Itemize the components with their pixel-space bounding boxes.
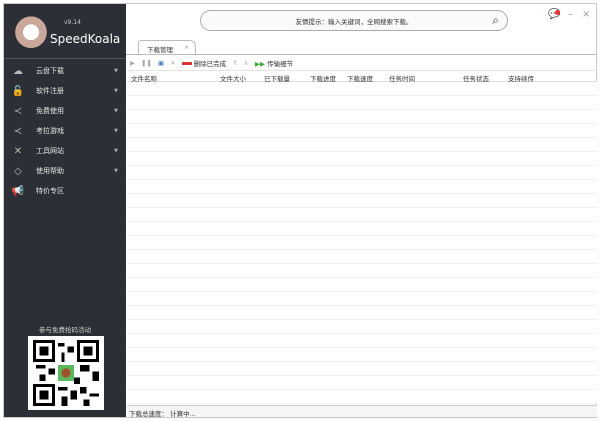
status-value: 计算中... [170, 410, 196, 418]
sidebar-item-help[interactable]: ◇ 使用帮助 ▼ [4, 162, 126, 180]
chevron-down-icon: ▼ [114, 168, 118, 174]
toolbar: ▶ ❚❚ ▣ ✕ 删除已完成 ⇑ ⇓ ▶▶ 传输细节 [130, 56, 293, 69]
chevron-down-icon: ▼ [114, 88, 118, 94]
sidebar-item-label: 使用帮助 [36, 167, 64, 175]
qr-code[interactable] [28, 336, 104, 410]
status-label: 下载总速度： [129, 410, 168, 418]
sidebar-item-label: 云盘下载 [36, 67, 64, 75]
share-icon: ≺ [13, 125, 23, 137]
sidebar-item-cloud-download[interactable]: ☁ 云盘下载 ▼ [4, 62, 126, 80]
share-icon: ≺ [13, 105, 23, 117]
delete-completed-button[interactable]: 删除已完成 [181, 58, 227, 68]
sidebar-item-register[interactable]: 🔓 软件注册 ▼ [4, 82, 126, 100]
pause-icon[interactable]: ❚❚ [141, 59, 152, 67]
delete-completed-label: 删除已完成 [193, 59, 227, 68]
play-icon[interactable]: ▶ [130, 59, 135, 67]
sidebar-item-label: 工具网站 [36, 147, 64, 155]
minimize-button[interactable]: – [568, 9, 573, 20]
lock-icon: 🔓 [11, 85, 25, 97]
search-placeholder: 友情提示：输入关键词，全网搜索下载。 [295, 17, 413, 26]
chevron-down-icon: ▼ [114, 148, 118, 154]
transfer-details-label: 传输细节 [267, 59, 294, 68]
tab-download-manager[interactable]: 下载管理 × [138, 40, 196, 55]
sidebar-item-label: 考拉游戏 [36, 127, 64, 135]
tab-label: 下载管理 [147, 46, 173, 54]
download-list[interactable] [127, 82, 597, 404]
sidebar-item-games[interactable]: ≺ 考拉游戏 ▼ [4, 122, 126, 140]
sidebar-item-deals[interactable]: 📢 特价专区 [4, 182, 126, 200]
sidebar-item-label: 免费使用 [36, 107, 64, 115]
tools-icon: ✕ [13, 145, 23, 157]
megaphone-icon: 📢 [11, 185, 25, 197]
move-down-icon[interactable]: ⇓ [244, 59, 249, 67]
move-up-icon[interactable]: ⇑ [232, 59, 237, 67]
chevron-down-icon: ▼ [114, 128, 118, 134]
copy-icon[interactable]: ▣ [158, 59, 164, 67]
koala-logo [14, 16, 48, 52]
table-header: 文件名称 文件大小 已下载量 下载进度 下载速度 任务时间 任务状态 支持续传 [127, 70, 597, 83]
sidebar-item-label: 特价专区 [36, 187, 64, 195]
message-icon[interactable]: 💬 [548, 9, 560, 20]
status-bar: 下载总速度： 计算中... [127, 405, 597, 418]
sidebar-item-label: 软件注册 [36, 87, 64, 95]
app-name: SpeedKoala [50, 32, 121, 46]
cloud-download-icon: ☁ [13, 65, 23, 77]
promo-caption: 参与免费抢码活动 [39, 326, 91, 334]
sidebar-item-tools[interactable]: ✕ 工具网站 ▼ [4, 142, 126, 160]
delete-icon[interactable]: ✕ [170, 59, 175, 67]
fast-forward-icon: ▶▶ [255, 59, 265, 68]
close-icon[interactable]: × [184, 44, 189, 51]
search-icon[interactable]: ⌕ [492, 13, 499, 28]
search-input[interactable]: 友情提示：输入关键词，全网搜索下载。 ⌕ [200, 10, 508, 31]
minus-icon [181, 62, 192, 65]
divider [126, 54, 597, 55]
transfer-details-button[interactable]: ▶▶ 传输细节 [255, 58, 293, 68]
chevron-down-icon: ▼ [114, 108, 118, 114]
chevron-down-icon: ▼ [114, 68, 118, 74]
sidebar-item-free-use[interactable]: ≺ 免费使用 ▼ [4, 102, 126, 120]
version-label: v9.14 [64, 19, 81, 26]
close-button[interactable]: × [582, 9, 590, 20]
tag-icon: ◇ [14, 165, 22, 177]
sidebar: v9.14 SpeedKoala ☁ 云盘下载 ▼ 🔓 软件注册 ▼ ≺ 免费使用 ▼ ≺ 考… [4, 4, 126, 417]
divider [4, 58, 126, 59]
